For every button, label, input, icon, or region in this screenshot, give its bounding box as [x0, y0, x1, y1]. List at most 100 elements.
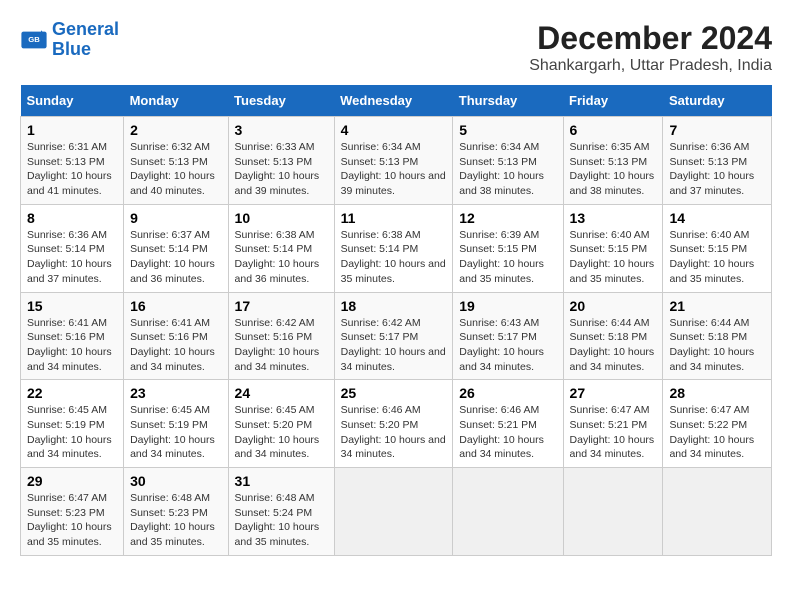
svg-text:GB: GB — [28, 35, 40, 44]
day-number: 16 — [130, 298, 221, 314]
day-number: 29 — [27, 473, 117, 489]
sunset-label: Sunset: 5:21 PM — [459, 419, 537, 431]
calendar-cell: 5 Sunrise: 6:34 AM Sunset: 5:13 PM Dayli… — [453, 117, 563, 205]
calendar-cell: 4 Sunrise: 6:34 AM Sunset: 5:13 PM Dayli… — [334, 117, 453, 205]
day-number: 13 — [570, 210, 657, 226]
calendar-week-row: 22 Sunrise: 6:45 AM Sunset: 5:19 PM Dayl… — [21, 380, 772, 468]
daylight-label: Daylight: 10 hours and 35 minutes. — [235, 521, 320, 548]
sunset-label: Sunset: 5:14 PM — [130, 243, 208, 255]
calendar-cell: 7 Sunrise: 6:36 AM Sunset: 5:13 PM Dayli… — [663, 117, 772, 205]
sunrise-label: Sunrise: 6:48 AM — [130, 492, 210, 504]
day-info: Sunrise: 6:34 AM Sunset: 5:13 PM Dayligh… — [459, 140, 556, 199]
logo-line2: Blue — [52, 39, 91, 59]
calendar-cell — [334, 468, 453, 556]
day-number: 17 — [235, 298, 328, 314]
day-info: Sunrise: 6:42 AM Sunset: 5:16 PM Dayligh… — [235, 316, 328, 375]
sunrise-label: Sunrise: 6:45 AM — [235, 404, 315, 416]
day-number: 5 — [459, 122, 556, 138]
calendar-cell: 22 Sunrise: 6:45 AM Sunset: 5:19 PM Dayl… — [21, 380, 124, 468]
calendar-header-row: SundayMondayTuesdayWednesdayThursdayFrid… — [21, 85, 772, 117]
day-info: Sunrise: 6:45 AM Sunset: 5:20 PM Dayligh… — [235, 403, 328, 462]
sunset-label: Sunset: 5:13 PM — [341, 156, 419, 168]
sunset-label: Sunset: 5:24 PM — [235, 507, 313, 519]
calendar-cell: 24 Sunrise: 6:45 AM Sunset: 5:20 PM Dayl… — [228, 380, 334, 468]
sunrise-label: Sunrise: 6:41 AM — [130, 317, 210, 329]
sunrise-label: Sunrise: 6:47 AM — [27, 492, 107, 504]
day-number: 8 — [27, 210, 117, 226]
day-info: Sunrise: 6:43 AM Sunset: 5:17 PM Dayligh… — [459, 316, 556, 375]
day-info: Sunrise: 6:36 AM Sunset: 5:14 PM Dayligh… — [27, 228, 117, 287]
sunrise-label: Sunrise: 6:40 AM — [570, 229, 650, 241]
calendar-cell: 3 Sunrise: 6:33 AM Sunset: 5:13 PM Dayli… — [228, 117, 334, 205]
calendar-cell — [563, 468, 663, 556]
calendar-week-row: 29 Sunrise: 6:47 AM Sunset: 5:23 PM Dayl… — [21, 468, 772, 556]
daylight-label: Daylight: 10 hours and 37 minutes. — [27, 258, 112, 285]
day-number: 18 — [341, 298, 447, 314]
daylight-label: Daylight: 10 hours and 34 minutes. — [235, 346, 320, 373]
sunrise-label: Sunrise: 6:38 AM — [235, 229, 315, 241]
day-info: Sunrise: 6:47 AM Sunset: 5:22 PM Dayligh… — [669, 403, 765, 462]
day-number: 23 — [130, 385, 221, 401]
daylight-label: Daylight: 10 hours and 35 minutes. — [341, 258, 446, 285]
daylight-label: Daylight: 10 hours and 34 minutes. — [459, 346, 544, 373]
day-info: Sunrise: 6:47 AM Sunset: 5:23 PM Dayligh… — [27, 491, 117, 550]
sunset-label: Sunset: 5:18 PM — [669, 331, 747, 343]
sunrise-label: Sunrise: 6:44 AM — [570, 317, 650, 329]
day-info: Sunrise: 6:36 AM Sunset: 5:13 PM Dayligh… — [669, 140, 765, 199]
day-info: Sunrise: 6:37 AM Sunset: 5:14 PM Dayligh… — [130, 228, 221, 287]
day-info: Sunrise: 6:44 AM Sunset: 5:18 PM Dayligh… — [570, 316, 657, 375]
calendar-cell: 15 Sunrise: 6:41 AM Sunset: 5:16 PM Dayl… — [21, 292, 124, 380]
day-info: Sunrise: 6:41 AM Sunset: 5:16 PM Dayligh… — [130, 316, 221, 375]
day-info: Sunrise: 6:31 AM Sunset: 5:13 PM Dayligh… — [27, 140, 117, 199]
sunset-label: Sunset: 5:17 PM — [459, 331, 537, 343]
calendar-week-row: 8 Sunrise: 6:36 AM Sunset: 5:14 PM Dayli… — [21, 204, 772, 292]
sunset-label: Sunset: 5:14 PM — [341, 243, 419, 255]
daylight-label: Daylight: 10 hours and 36 minutes. — [130, 258, 215, 285]
day-info: Sunrise: 6:42 AM Sunset: 5:17 PM Dayligh… — [341, 316, 447, 375]
day-number: 11 — [341, 210, 447, 226]
day-header-thursday: Thursday — [453, 85, 563, 117]
day-number: 21 — [669, 298, 765, 314]
day-info: Sunrise: 6:39 AM Sunset: 5:15 PM Dayligh… — [459, 228, 556, 287]
calendar-cell: 12 Sunrise: 6:39 AM Sunset: 5:15 PM Dayl… — [453, 204, 563, 292]
daylight-label: Daylight: 10 hours and 34 minutes. — [459, 434, 544, 461]
sunrise-label: Sunrise: 6:34 AM — [459, 141, 539, 153]
day-number: 24 — [235, 385, 328, 401]
sunrise-label: Sunrise: 6:38 AM — [341, 229, 421, 241]
calendar-cell: 27 Sunrise: 6:47 AM Sunset: 5:21 PM Dayl… — [563, 380, 663, 468]
sunset-label: Sunset: 5:20 PM — [235, 419, 313, 431]
calendar-cell: 8 Sunrise: 6:36 AM Sunset: 5:14 PM Dayli… — [21, 204, 124, 292]
calendar-cell: 11 Sunrise: 6:38 AM Sunset: 5:14 PM Dayl… — [334, 204, 453, 292]
subtitle: Shankargarh, Uttar Pradesh, India — [529, 57, 772, 75]
daylight-label: Daylight: 10 hours and 34 minutes. — [570, 434, 655, 461]
day-info: Sunrise: 6:47 AM Sunset: 5:21 PM Dayligh… — [570, 403, 657, 462]
day-header-tuesday: Tuesday — [228, 85, 334, 117]
day-info: Sunrise: 6:38 AM Sunset: 5:14 PM Dayligh… — [341, 228, 447, 287]
daylight-label: Daylight: 10 hours and 34 minutes. — [235, 434, 320, 461]
logo-icon: GB — [20, 26, 48, 54]
sunrise-label: Sunrise: 6:46 AM — [459, 404, 539, 416]
sunset-label: Sunset: 5:19 PM — [130, 419, 208, 431]
sunset-label: Sunset: 5:13 PM — [235, 156, 313, 168]
sunset-label: Sunset: 5:16 PM — [235, 331, 313, 343]
daylight-label: Daylight: 10 hours and 34 minutes. — [130, 346, 215, 373]
calendar-cell: 20 Sunrise: 6:44 AM Sunset: 5:18 PM Dayl… — [563, 292, 663, 380]
calendar-week-row: 15 Sunrise: 6:41 AM Sunset: 5:16 PM Dayl… — [21, 292, 772, 380]
sunrise-label: Sunrise: 6:32 AM — [130, 141, 210, 153]
sunrise-label: Sunrise: 6:42 AM — [341, 317, 421, 329]
daylight-label: Daylight: 10 hours and 34 minutes. — [341, 434, 446, 461]
sunset-label: Sunset: 5:13 PM — [669, 156, 747, 168]
calendar-cell: 6 Sunrise: 6:35 AM Sunset: 5:13 PM Dayli… — [563, 117, 663, 205]
sunrise-label: Sunrise: 6:31 AM — [27, 141, 107, 153]
daylight-label: Daylight: 10 hours and 34 minutes. — [341, 346, 446, 373]
day-info: Sunrise: 6:45 AM Sunset: 5:19 PM Dayligh… — [27, 403, 117, 462]
calendar-cell: 9 Sunrise: 6:37 AM Sunset: 5:14 PM Dayli… — [124, 204, 228, 292]
day-header-saturday: Saturday — [663, 85, 772, 117]
day-number: 31 — [235, 473, 328, 489]
daylight-label: Daylight: 10 hours and 40 minutes. — [130, 170, 215, 197]
day-header-sunday: Sunday — [21, 85, 124, 117]
logo: GB General Blue — [20, 20, 119, 60]
day-number: 28 — [669, 385, 765, 401]
day-number: 9 — [130, 210, 221, 226]
calendar-week-row: 1 Sunrise: 6:31 AM Sunset: 5:13 PM Dayli… — [21, 117, 772, 205]
